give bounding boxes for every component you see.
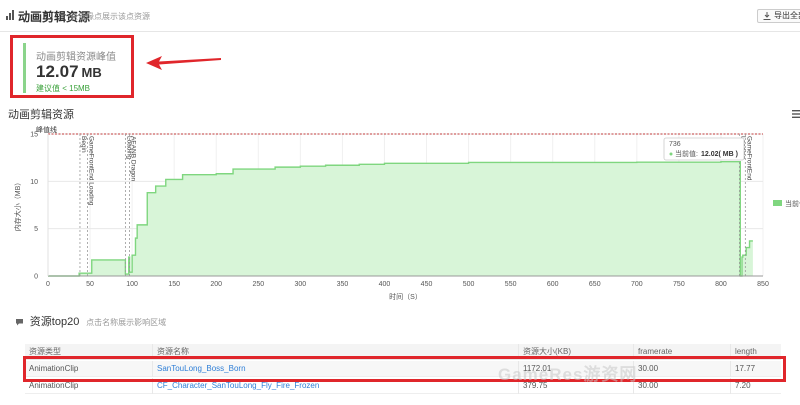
column-header-framerate[interactable]: framerate (633, 344, 730, 360)
peak-accent-bar (23, 43, 26, 93)
x-tick-label: 600 (547, 281, 559, 288)
peak-label: 动画剪辑资源峰值 (36, 52, 116, 63)
comment-icon (16, 319, 23, 326)
menu-icon[interactable] (792, 110, 800, 118)
tooltip-series-label: 当前值: (675, 149, 698, 158)
x-tick-label: 750 (673, 281, 685, 288)
resource-name-link[interactable]: SanTouLong_Boss_Born (157, 364, 246, 373)
event-marker-label: AEANB Dragon (130, 136, 137, 182)
top20-title: 资源top20 (29, 316, 80, 328)
memory-chart[interactable]: 峰值线 Begin GameFrontEnd Loading Loading AEANB… (0, 120, 800, 305)
x-tick-label: 200 (210, 281, 222, 288)
memory-chart-svg[interactable]: 峰值线Begin GameFrontEnd Loading LoadingAEANB… (0, 120, 800, 305)
download-icon (763, 12, 771, 20)
column-header-type[interactable]: 资源类型 (25, 344, 152, 360)
y-tick-label: 15 (30, 132, 38, 139)
annotation-arrow-icon (146, 56, 221, 70)
y-tick-label: 5 (34, 226, 38, 233)
cell-name: SanTouLong_Boss_Born (152, 361, 518, 377)
x-tick-label: 100 (126, 281, 138, 288)
threshold-label: 峰值线 (36, 125, 57, 134)
bar-chart-icon (6, 10, 14, 20)
series-area (48, 161, 753, 276)
x-tick-label: 50 (86, 281, 94, 288)
peak-value: 12.07 MB (36, 62, 102, 82)
cell-type: AnimationClip (29, 381, 79, 390)
event-marker-label: GameFrontEnd (745, 136, 752, 181)
cell-name: CF_Character_SanTouLong_Fly_Fire_Frozen (152, 378, 518, 394)
cell-length: 17.77 (730, 361, 781, 377)
x-tick-label: 500 (463, 281, 475, 288)
cell-type: AnimationClip (29, 364, 79, 373)
x-tick-label: 550 (505, 281, 517, 288)
x-tick-label: 800 (715, 281, 727, 288)
y-tick-label: 0 (34, 274, 38, 281)
table-row[interactable]: AnimationClip SanTouLong_Boss_Born 1172.… (25, 361, 781, 377)
cell-length: 7.20 (730, 378, 781, 394)
x-tick-label: 650 (589, 281, 601, 288)
tooltip-value: 12.02( MB ) (701, 151, 738, 158)
x-tick-label: 700 (631, 281, 643, 288)
x-tick-label: 300 (295, 281, 307, 288)
x-tick-label: 850 (757, 281, 769, 288)
cell-framerate: 30.00 (633, 378, 730, 394)
table-row[interactable]: AnimationClip CF_Character_SanTouLong_Fl… (25, 378, 781, 394)
cell-size: 1172.01 (518, 361, 633, 377)
x-tick-label: 150 (168, 281, 180, 288)
x-tick-label: 450 (421, 281, 433, 288)
export-all-label: 导出全部数 (774, 11, 800, 20)
peak-unit: MB (81, 65, 102, 80)
top20-header: 资源top20 点击名称展示影响区域 (15, 313, 166, 329)
table-header-row: 资源类型 资源名称 资源大小(KB) framerate length (25, 344, 781, 360)
top20-hint: 点击名称展示影响区域 (86, 318, 167, 327)
page-subtitle: 点击缘点展示该点资源 (70, 12, 150, 21)
x-tick-label: 350 (337, 281, 349, 288)
x-tick-label: 400 (379, 281, 391, 288)
tooltip-x-label: 736 (669, 141, 681, 148)
column-header-size[interactable]: 资源大小(KB) (518, 344, 633, 360)
peak-suggestion: 建议值 < 15MB (36, 84, 91, 93)
event-marker-label: GameFrontEnd Loading (88, 136, 95, 206)
legend-swatch[interactable] (773, 200, 782, 206)
peak-value-card: 动画剪辑资源峰值 12.07 MB 建议值 < 15MB (10, 35, 134, 98)
cell-size: 379.75 (518, 378, 633, 394)
y-axis-title: 内存大小（MB） (13, 179, 22, 232)
export-all-button[interactable]: 导出全部数 (757, 9, 800, 23)
resource-name-link[interactable]: CF_Character_SanTouLong_Fly_Fire_Frozen (157, 381, 319, 390)
tooltip-series-dot (669, 152, 673, 156)
peak-number: 12.07 (36, 62, 79, 81)
page-header: 动画剪辑资源 点击缘点展示该点资源 导出全部数 (0, 0, 800, 32)
x-axis-title: 时间（S） (389, 292, 422, 301)
cell-framerate: 30.00 (633, 361, 730, 377)
x-tick-label: 0 (46, 281, 50, 288)
event-marker-label: Begin (80, 136, 87, 153)
x-tick-label: 250 (252, 281, 264, 288)
y-tick-label: 10 (30, 179, 38, 186)
legend-label: 当前值 (785, 199, 800, 208)
column-header-length[interactable]: length (730, 344, 781, 360)
column-header-name[interactable]: 资源名称 (152, 344, 518, 360)
